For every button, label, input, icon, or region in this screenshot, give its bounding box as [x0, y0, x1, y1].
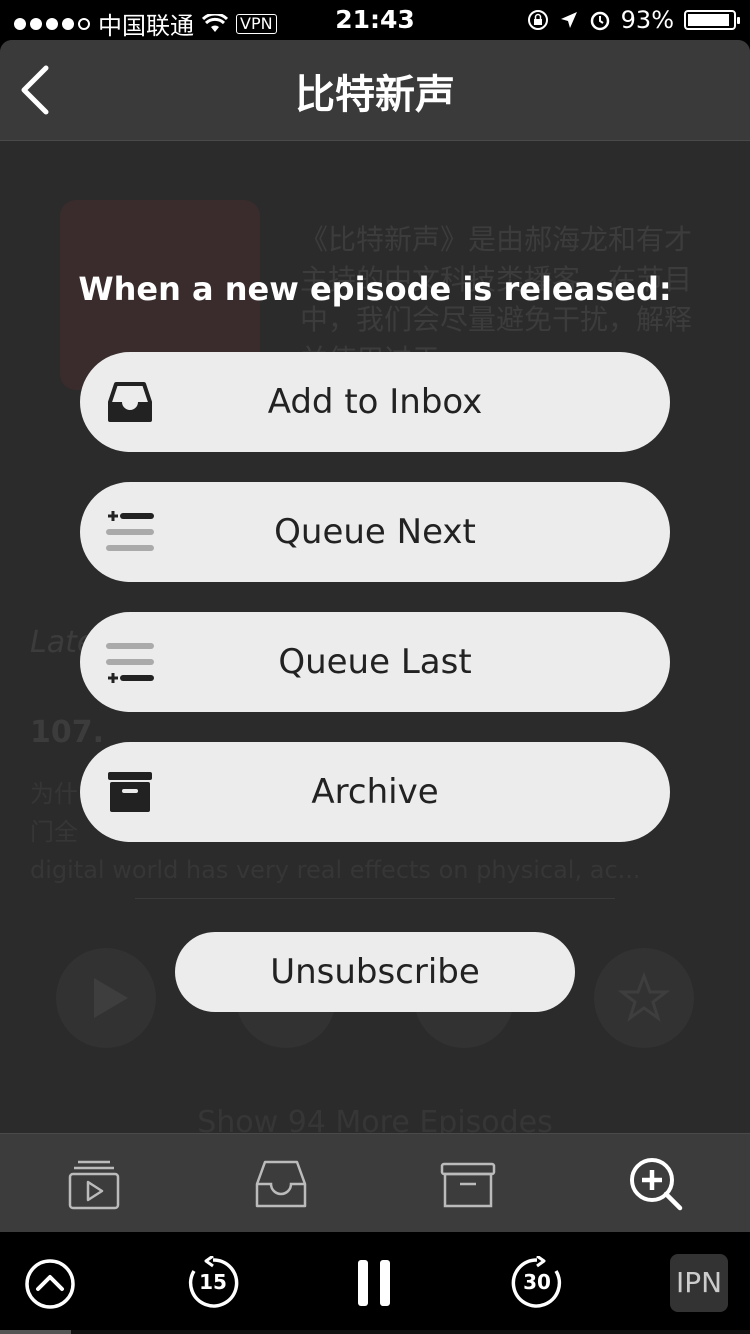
episode-desc-line3: digital world has very real effects on p…: [30, 856, 641, 884]
podcast-badge[interactable]: IPN: [670, 1254, 728, 1312]
page-title: 比特新声: [295, 72, 455, 118]
archive-button[interactable]: Archive: [80, 742, 670, 842]
battery-icon: [684, 10, 740, 30]
play-icon: [56, 948, 156, 1048]
playback-progress: [0, 1330, 750, 1334]
skip-back-seconds: 15: [199, 1270, 227, 1294]
navigation-bar: 比特新声: [0, 40, 750, 141]
location-icon: [560, 12, 577, 28]
archive-icon: [108, 772, 152, 812]
podcast-settings-screen: 比特新声 《比特新声》是由郝海龙和有才主持的中文科技类播客。在节目中，我们会尽量…: [0, 40, 750, 1232]
inbox-icon[interactable]: [251, 1154, 311, 1214]
expand-player-icon[interactable]: [24, 1258, 76, 1310]
unsubscribe-button[interactable]: Unsubscribe: [175, 932, 575, 1012]
pause-icon[interactable]: [356, 1258, 392, 1308]
play-queue-icon[interactable]: [64, 1154, 124, 1214]
skip-forward-seconds: 30: [523, 1270, 551, 1294]
queue-last-button[interactable]: Queue Last: [80, 612, 670, 712]
inbox-icon: [108, 382, 152, 422]
star-icon: [594, 948, 694, 1048]
archive-icon[interactable]: [438, 1154, 498, 1214]
prompt-title: When a new episode is released:: [78, 270, 672, 308]
queue-next-icon: [106, 511, 154, 551]
queue-next-label: Queue Next: [274, 512, 476, 552]
status-bar: 中国联通 VPN 21:43 93%: [0, 0, 750, 40]
status-right: 93%: [527, 6, 740, 34]
mini-player: 15 30 IPN: [0, 1232, 750, 1334]
queue-last-label: Queue Last: [278, 642, 472, 682]
skip-forward-button[interactable]: 30: [510, 1256, 564, 1310]
unsubscribe-label: Unsubscribe: [270, 952, 480, 992]
battery-percent: 93%: [620, 6, 674, 34]
add-to-inbox-button[interactable]: Add to Inbox: [80, 352, 670, 452]
divider: [135, 898, 615, 899]
episode-title: 107.: [30, 715, 105, 750]
skip-back-button[interactable]: 15: [186, 1256, 240, 1310]
playback-progress-fill: [0, 1330, 72, 1334]
search-add-icon[interactable]: [626, 1154, 686, 1214]
queue-last-icon: [106, 643, 154, 683]
tab-bar: [0, 1133, 750, 1232]
alarm-icon: [590, 11, 609, 31]
battery-level: [688, 14, 729, 26]
add-to-inbox-label: Add to Inbox: [267, 382, 483, 422]
archive-label: Archive: [311, 772, 439, 812]
rotation-lock-icon: [527, 10, 548, 30]
queue-next-button[interactable]: Queue Next: [80, 482, 670, 582]
